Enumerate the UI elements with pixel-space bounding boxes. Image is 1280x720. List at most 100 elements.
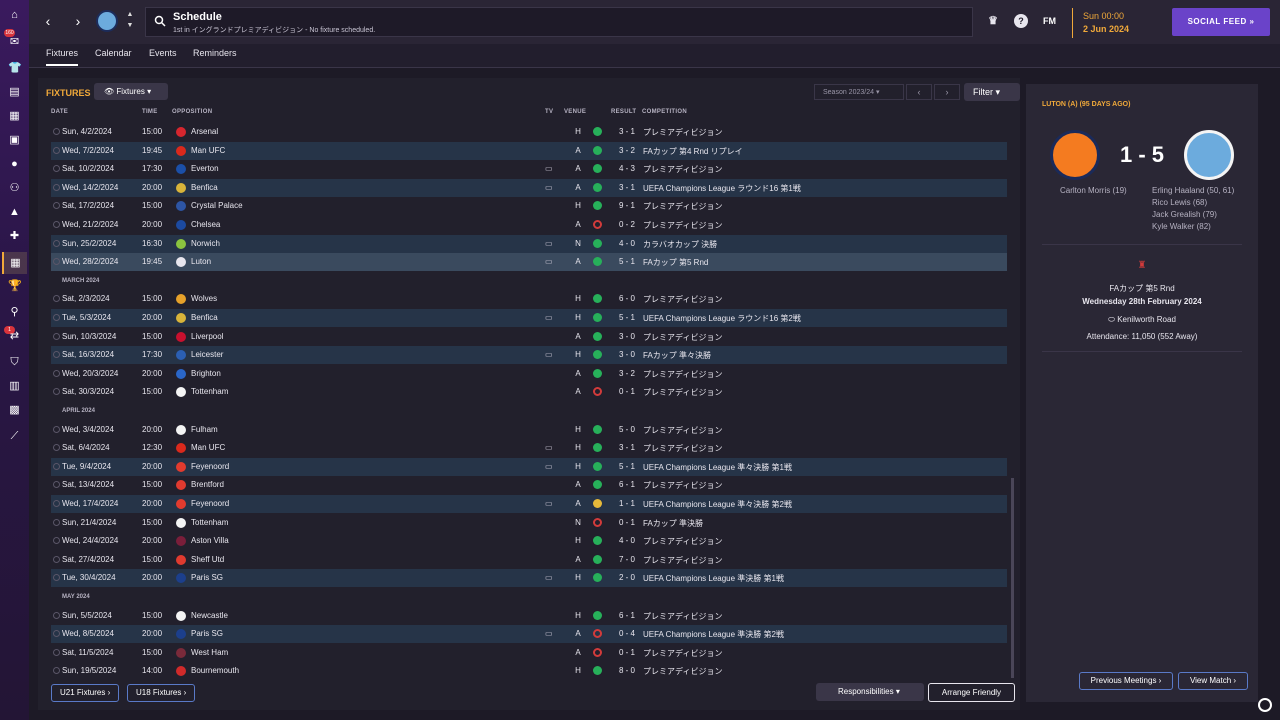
fixture-competition[interactable]: UEFA Champions League 準々決勝 第1戦 (643, 462, 792, 473)
fixture-score[interactable]: 3 - 1 (617, 443, 637, 452)
row-select-radio[interactable] (53, 369, 60, 377)
opponent-name[interactable]: Leicester (191, 350, 223, 359)
medical-centre-icon[interactable]: ✚ (8, 230, 21, 243)
row-select-radio[interactable] (53, 314, 60, 321)
row-select-radio[interactable] (53, 574, 60, 582)
scrollbar[interactable] (1011, 478, 1014, 678)
fixture-row[interactable]: Sat, 2/3/2024 15:00 Wolves H 6 - 0 プレミアディビジョン (51, 290, 1007, 308)
fixture-row[interactable]: Sat, 16/3/2024 17:30 Leicester ▭ H 3 - 0 FAカップ… (51, 346, 1007, 365)
opponent-name[interactable]: Man UFC (191, 146, 225, 155)
fixture-competition[interactable]: FAカップ 第4 Rnd リプレイ (643, 146, 743, 157)
search-box[interactable]: Schedule 1st in イングランドプレミアディビジョン - No fi… (145, 7, 973, 37)
fixture-score[interactable]: 4 - 3 (617, 164, 637, 173)
opponent-name[interactable]: Tottenham (191, 518, 228, 527)
row-select-radio[interactable] (53, 183, 60, 191)
schedule-icon[interactable]: ▦ (2, 252, 27, 274)
fixture-competition[interactable]: プレミアディビジョン (643, 369, 722, 380)
fixture-competition[interactable]: UEFA Champions League 準決勝 第1戦 (643, 573, 784, 584)
fixture-row[interactable]: Sun, 4/2/2024 15:00 Arsenal H 3 - 1 プレミアディビジョ… (51, 123, 1007, 141)
opponent-name[interactable]: Paris SG (191, 573, 223, 582)
fixture-competition[interactable]: プレミアディビジョン (643, 648, 722, 659)
tab-events[interactable]: Events (149, 48, 177, 66)
view-match-button[interactable]: View Match › (1178, 672, 1248, 690)
row-select-radio[interactable] (53, 518, 60, 526)
fixture-score[interactable]: 6 - 1 (617, 480, 637, 489)
transfers-icon[interactable]: ⇄ (8, 330, 21, 343)
row-select-radio[interactable] (53, 630, 60, 638)
season-select[interactable]: Season 2023/24 ▾ (814, 84, 904, 100)
opponent-name[interactable]: Wolves (191, 294, 217, 303)
u21-fixtures-button[interactable]: U21 Fixtures › (51, 684, 120, 702)
prev-page-button[interactable]: ‹ (906, 84, 932, 100)
fixture-competition[interactable]: UEFA Champions League ラウンド16 第2戦 (643, 313, 801, 324)
row-select-radio[interactable] (53, 258, 60, 266)
row-select-radio[interactable] (53, 295, 60, 303)
fixture-competition[interactable]: UEFA Champions League ラウンド16 第1戦 (643, 183, 801, 194)
opponent-name[interactable]: Paris SG (191, 629, 223, 638)
fixture-row[interactable]: Sat, 30/3/2024 15:00 Tottenham A 0 - 1 プレミアディ… (51, 383, 1007, 401)
fixture-score[interactable]: 4 - 0 (617, 536, 637, 545)
row-select-radio[interactable] (53, 481, 60, 489)
fixture-competition[interactable]: プレミアディビジョン (643, 666, 722, 677)
help-icon[interactable]: ? (1014, 14, 1028, 28)
fixture-row[interactable]: Wed, 3/4/2024 20:00 Fulham H 5 - 0 プレミアディビジョン (51, 421, 1007, 439)
opponent-name[interactable]: Benfica (191, 183, 218, 192)
fixture-row[interactable]: Tue, 30/4/2024 20:00 Paris SG ▭ H 2 - 0 UEFA C… (51, 569, 1007, 588)
fixture-row[interactable]: Wed, 28/2/2024 19:45 Luton ▭ A 5 - 1 FAカップ 第5 … (51, 253, 1007, 272)
finances-icon[interactable]: ▥ (8, 380, 21, 393)
opponent-name[interactable]: Benfica (191, 313, 218, 322)
fixture-competition[interactable]: プレミアディビジョン (643, 332, 722, 343)
row-select-radio[interactable] (53, 425, 60, 433)
opponent-name[interactable]: Luton (191, 257, 211, 266)
fixture-competition[interactable]: UEFA Champions League 準決勝 第2戦 (643, 629, 784, 640)
club-crest-icon[interactable] (96, 10, 118, 32)
fixture-row[interactable]: Tue, 9/4/2024 20:00 Feyenoord ▭ H 5 - 1 UEFA C… (51, 457, 1007, 476)
fixture-row[interactable]: Wed, 24/4/2024 20:00 Aston Villa H 4 - 0 プレミア… (51, 532, 1007, 550)
fixture-score[interactable]: 1 - 1 (617, 499, 637, 508)
social-feed-button[interactable]: SOCIAL FEED » (1172, 8, 1270, 36)
fixture-competition[interactable]: プレミアディビジョン (643, 127, 722, 138)
chat-icon[interactable] (1258, 698, 1272, 712)
col-result[interactable]: RESULT (611, 109, 636, 115)
fixtures-dropdown[interactable]: 👁 Fixtures ▾ (94, 83, 168, 100)
fixture-score[interactable]: 0 - 1 (617, 648, 637, 657)
opponent-name[interactable]: Brighton (191, 369, 221, 378)
fixture-competition[interactable]: FAカップ 準決勝 (643, 518, 703, 529)
fixture-score[interactable]: 3 - 1 (617, 183, 637, 192)
fixture-row[interactable]: Wed, 20/3/2024 20:00 Brighton A 3 - 2 プレミアディビ… (51, 365, 1007, 383)
opponent-name[interactable]: Bournemouth (191, 666, 239, 675)
opponent-name[interactable]: West Ham (191, 648, 228, 657)
competitions-icon[interactable]: 🏆 (8, 280, 22, 293)
fixture-competition[interactable]: プレミアディビジョン (643, 164, 722, 175)
fixture-row[interactable]: Sat, 10/2/2024 17:30 Everton ▭ A 4 - 3 プレミアディビ… (51, 160, 1007, 178)
row-select-radio[interactable] (53, 462, 60, 470)
fixture-row[interactable]: Sat, 27/4/2024 15:00 Sheff Utd A 7 - 0 プレミアディ… (51, 551, 1007, 569)
opponent-name[interactable]: Aston Villa (191, 536, 229, 545)
fixture-row[interactable]: Sat, 13/4/2024 15:00 Brentford A 6 - 1 プレミアディ… (51, 476, 1007, 494)
row-select-radio[interactable] (53, 146, 60, 154)
training-icon[interactable]: ● (8, 158, 21, 171)
fixture-row[interactable]: Sat, 6/4/2024 12:30 Man UFC ▭ H 3 - 1 プレミアディビジ… (51, 439, 1007, 457)
home-icon[interactable]: ⌂ (8, 9, 21, 22)
fixture-row[interactable]: Sun, 10/3/2024 15:00 Liverpool A 3 - 0 プレミアディ… (51, 328, 1007, 346)
fixture-competition[interactable]: プレミアディビジョン (643, 555, 722, 566)
fixture-score[interactable]: 4 - 0 (617, 239, 637, 248)
row-select-radio[interactable] (53, 351, 60, 359)
fm-logo[interactable]: FM (1043, 16, 1056, 26)
row-select-radio[interactable] (53, 239, 60, 247)
fixture-competition[interactable]: プレミアディビジョン (643, 443, 722, 454)
fixture-score[interactable]: 6 - 0 (617, 294, 637, 303)
fixture-row[interactable]: Sun, 19/5/2024 14:00 Bournemouth H 8 - 0 プレミア… (51, 662, 1007, 680)
previous-meetings-button[interactable]: Previous Meetings › (1079, 672, 1173, 690)
row-select-radio[interactable] (53, 332, 60, 340)
squad-icon[interactable]: 👕 (8, 62, 22, 75)
fixture-competition[interactable]: プレミアディビジョン (643, 387, 722, 398)
fixture-row[interactable]: Tue, 5/3/2024 20:00 Benfica ▭ H 5 - 1 UEFA Cha… (51, 309, 1007, 327)
fixture-competition[interactable]: プレミアディビジョン (643, 611, 722, 622)
fixture-row[interactable]: Wed, 14/2/2024 20:00 Benfica ▭ A 3 - 1 UEFA Ch… (51, 178, 1007, 197)
game-date[interactable]: Sun 00:00 2 Jun 2024 (1072, 8, 1172, 38)
responsibilities-button[interactable]: Responsibilities ▾ (816, 683, 924, 701)
data-hub-icon[interactable]: ▦ (8, 110, 21, 123)
col-competition[interactable]: COMPETITION (642, 109, 687, 115)
trophy-icon[interactable]: ♛ (986, 14, 1000, 28)
